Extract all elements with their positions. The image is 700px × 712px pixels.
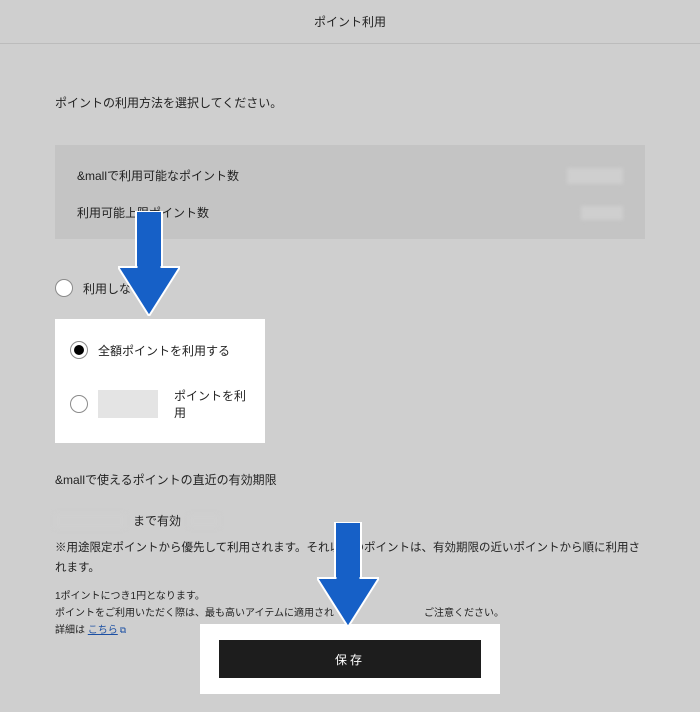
limit-points-label: 利用可能上限ポイント数 — [77, 204, 209, 221]
partial-points-input[interactable] — [98, 390, 158, 418]
rate-note: 1ポイントにつき1円となります。 — [55, 588, 645, 605]
option-all-label: 全額ポイントを利用する — [98, 342, 230, 359]
points-summary: &mallで利用可能なポイント数 利用可能上限ポイント数 — [55, 145, 645, 239]
available-points-label: &mallで利用可能なポイント数 — [77, 167, 239, 184]
option-none-row[interactable]: 利用しない — [55, 279, 645, 297]
option-partial-label: ポイントを利用 — [174, 387, 250, 421]
option-partial-row[interactable]: ポイントを利用 — [70, 387, 250, 421]
radio-all[interactable] — [70, 341, 88, 359]
apply-note: ポイントをご利用いただく際は、最も高いアイテムに適用されご注意ください。 — [55, 605, 645, 622]
expiry-extra-value — [189, 514, 219, 528]
option-none-label: 利用しない — [83, 280, 143, 297]
page-title: ポイント利用 — [314, 13, 386, 30]
radio-none[interactable] — [55, 279, 73, 297]
options-highlight-card: 全額ポイントを利用する ポイントを利用 — [55, 319, 265, 443]
limit-points-value — [581, 206, 623, 220]
expiry-until-label: まで有効 — [133, 512, 181, 529]
save-card: 保存 — [200, 624, 500, 694]
priority-note: ※用途限定ポイントから優先して利用されます。それ以外のポイントは、有効期限の近い… — [55, 539, 645, 578]
expiry-date-value — [55, 513, 125, 529]
instruction-text: ポイントの利用方法を選択してください。 — [55, 94, 645, 111]
expiry-heading: &mallで使えるポイントの直近の有効期限 — [55, 471, 645, 488]
option-all-row[interactable]: 全額ポイントを利用する — [70, 341, 250, 359]
available-points-value — [567, 168, 623, 184]
save-button[interactable]: 保存 — [219, 640, 481, 678]
radio-partial[interactable] — [70, 395, 88, 413]
